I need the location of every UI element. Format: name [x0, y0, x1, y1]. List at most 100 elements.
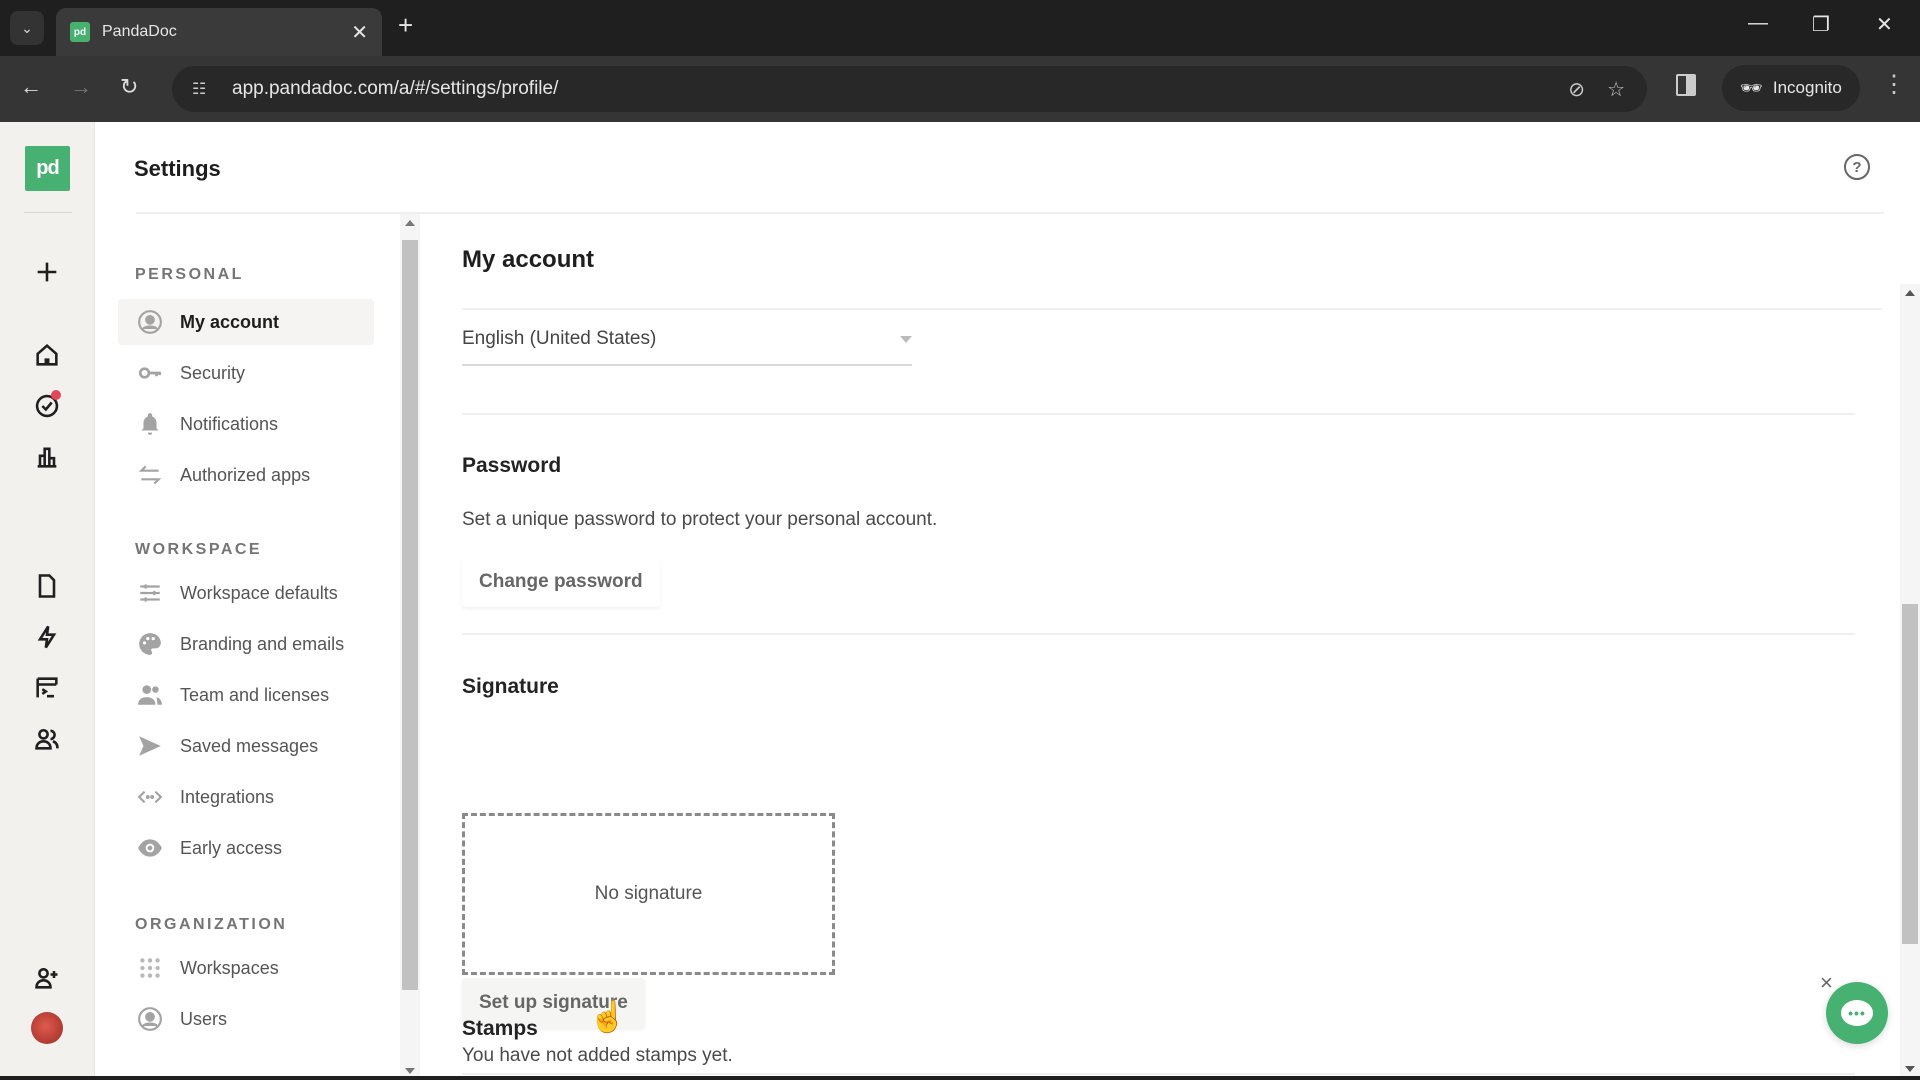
- stamps-title: Stamps: [462, 1017, 538, 1040]
- tab-close-icon[interactable]: ✕: [351, 20, 368, 45]
- user-avatar[interactable]: [31, 1012, 63, 1044]
- sidebar-item-label: Workspace defaults: [180, 582, 338, 603]
- divider: [462, 633, 1855, 635]
- sidebar-item-my-account[interactable]: My account: [118, 299, 374, 345]
- documents-icon[interactable]: [27, 566, 67, 606]
- tab-title: PandaDoc: [102, 23, 177, 40]
- tab-list-button[interactable]: ⌄: [10, 11, 44, 45]
- create-icon[interactable]: [27, 252, 67, 292]
- sidebar-scroll-thumb[interactable]: [402, 240, 418, 990]
- settings-title: Settings: [134, 156, 221, 181]
- chat-close-icon[interactable]: ×: [1820, 970, 1833, 996]
- section-organization: ORGANIZATION: [135, 916, 288, 933]
- new-tab-button[interactable]: +: [398, 10, 413, 41]
- incognito-label: Incognito: [1772, 78, 1842, 97]
- change-password-button[interactable]: Change password: [462, 557, 660, 607]
- section-personal: PERSONAL: [135, 266, 244, 283]
- sidebar-item-label: Saved messages: [180, 735, 319, 756]
- restore-icon[interactable]: ❐: [1812, 12, 1830, 37]
- chevron-down-icon: ⌄: [21, 19, 33, 36]
- sidebar-item-label: Branding and emails: [180, 633, 345, 654]
- minimize-icon[interactable]: —: [1748, 12, 1768, 35]
- no-signature-text: No signature: [594, 883, 703, 904]
- invite-user-icon[interactable]: [27, 958, 67, 998]
- pandadoc-app: pd Settings ? PERSONAL My account Securi…: [0, 122, 1920, 1080]
- arrows-swap-icon: [136, 461, 164, 489]
- help-icon[interactable]: ?: [1844, 154, 1870, 180]
- page-title: My account: [462, 246, 595, 273]
- sidebar-item-label: Notifications: [180, 413, 279, 434]
- sidebar-item-label: Integrations: [180, 786, 275, 807]
- sidebar-item-label: Workspaces: [180, 957, 279, 978]
- templates-icon[interactable]: [27, 668, 67, 708]
- chat-bubble-icon: •••: [1841, 1000, 1873, 1026]
- eye-icon: [136, 834, 164, 862]
- scroll-up-arrow-icon[interactable]: [405, 220, 415, 226]
- pandadoc-favicon-icon: pd: [70, 22, 90, 42]
- account-content: My account English (United States) Passw…: [420, 214, 1900, 1080]
- browser-menu-icon[interactable]: ⋮: [1882, 70, 1906, 99]
- sidebar-item-saved-messages[interactable]: Saved messages: [118, 723, 374, 769]
- tasks-icon[interactable]: [27, 386, 67, 426]
- language-value: English (United States): [462, 328, 657, 349]
- signature-preview: No signature: [462, 813, 835, 975]
- eye-off-icon[interactable]: ⊘: [1568, 77, 1585, 102]
- sidebar-item-workspaces[interactable]: Workspaces: [118, 945, 374, 991]
- pandadoc-logo[interactable]: pd: [25, 146, 70, 191]
- close-window-icon[interactable]: ✕: [1876, 12, 1893, 37]
- sidebar-item-label: Team and licenses: [180, 684, 330, 705]
- address-bar[interactable]: ☷ app.pandadoc.com/a/#/settings/profile/…: [172, 66, 1647, 112]
- divider: [462, 1073, 1855, 1075]
- browser-toolbar: ← → ↻ ☷ app.pandadoc.com/a/#/settings/pr…: [0, 56, 1920, 122]
- sidebar-item-team-and-licenses[interactable]: Team and licenses: [118, 672, 374, 718]
- back-icon[interactable]: ←: [20, 74, 42, 100]
- contacts-icon[interactable]: [27, 719, 67, 759]
- sidebar-item-notifications[interactable]: Notifications: [118, 401, 374, 447]
- language-select[interactable]: English (United States): [462, 314, 912, 366]
- reports-icon[interactable]: [27, 437, 67, 477]
- sidebar-item-security[interactable]: Security: [118, 350, 374, 396]
- main-scroll-thumb[interactable]: [1902, 604, 1918, 944]
- sliders-icon: [136, 579, 164, 607]
- hand-cursor-icon: ☝: [589, 1001, 627, 1034]
- automation-bolt-icon[interactable]: [27, 617, 67, 657]
- sidebar-item-integrations[interactable]: Integrations: [118, 774, 374, 820]
- site-info-icon[interactable]: ☷: [192, 79, 220, 99]
- signature-title: Signature: [462, 675, 559, 698]
- home-icon[interactable]: [27, 335, 67, 375]
- send-icon: [136, 732, 164, 760]
- chat-widget-button[interactable]: •••: [1826, 982, 1888, 1044]
- sidebar-item-branding-and-emails[interactable]: Branding and emails: [118, 621, 374, 667]
- main-scrollbar[interactable]: [1900, 284, 1920, 1080]
- scroll-down-arrow-icon[interactable]: [1905, 1066, 1915, 1072]
- sidebar-item-label: My account: [180, 311, 280, 332]
- code-icon: [136, 783, 164, 811]
- sidebar-item-label: Early access: [180, 837, 283, 858]
- sidebar-item-early-access[interactable]: Early access: [118, 825, 374, 871]
- forward-icon[interactable]: →: [70, 74, 92, 100]
- reload-icon[interactable]: ↻: [120, 74, 138, 100]
- window-bottom-edge: [0, 1076, 1920, 1080]
- bookmark-star-icon[interactable]: ☆: [1607, 77, 1625, 102]
- url-text[interactable]: app.pandadoc.com/a/#/settings/profile/: [232, 78, 1568, 100]
- team-icon: [136, 681, 164, 709]
- sidebar-scrollbar[interactable]: [400, 214, 420, 1080]
- stamps-empty-text: You have not added stamps yet.: [462, 1045, 733, 1066]
- bell-icon: [136, 410, 164, 438]
- sidebar-item-label: Authorized apps: [180, 464, 311, 485]
- incognito-icon: 🕶: [1740, 77, 1763, 98]
- sidebar-item-workspace-defaults[interactable]: Workspace defaults: [118, 570, 374, 616]
- browser-tab[interactable]: pd PandaDoc ✕: [56, 8, 382, 56]
- scroll-up-arrow-icon[interactable]: [1905, 290, 1915, 296]
- divider: [462, 413, 1855, 415]
- notification-dot: [51, 390, 61, 400]
- sidebar-item-label: Users: [180, 1008, 228, 1029]
- side-panel-icon[interactable]: [1676, 74, 1696, 96]
- sidebar-item-label: Security: [180, 362, 246, 383]
- incognito-badge[interactable]: 🕶 Incognito: [1722, 65, 1860, 111]
- sidebar-item-users[interactable]: Users: [118, 996, 374, 1042]
- caret-down-icon: [900, 336, 912, 343]
- rail-divider: [24, 212, 72, 213]
- sidebar-item-authorized-apps[interactable]: Authorized apps: [118, 452, 374, 498]
- scroll-down-arrow-icon[interactable]: [405, 1068, 415, 1074]
